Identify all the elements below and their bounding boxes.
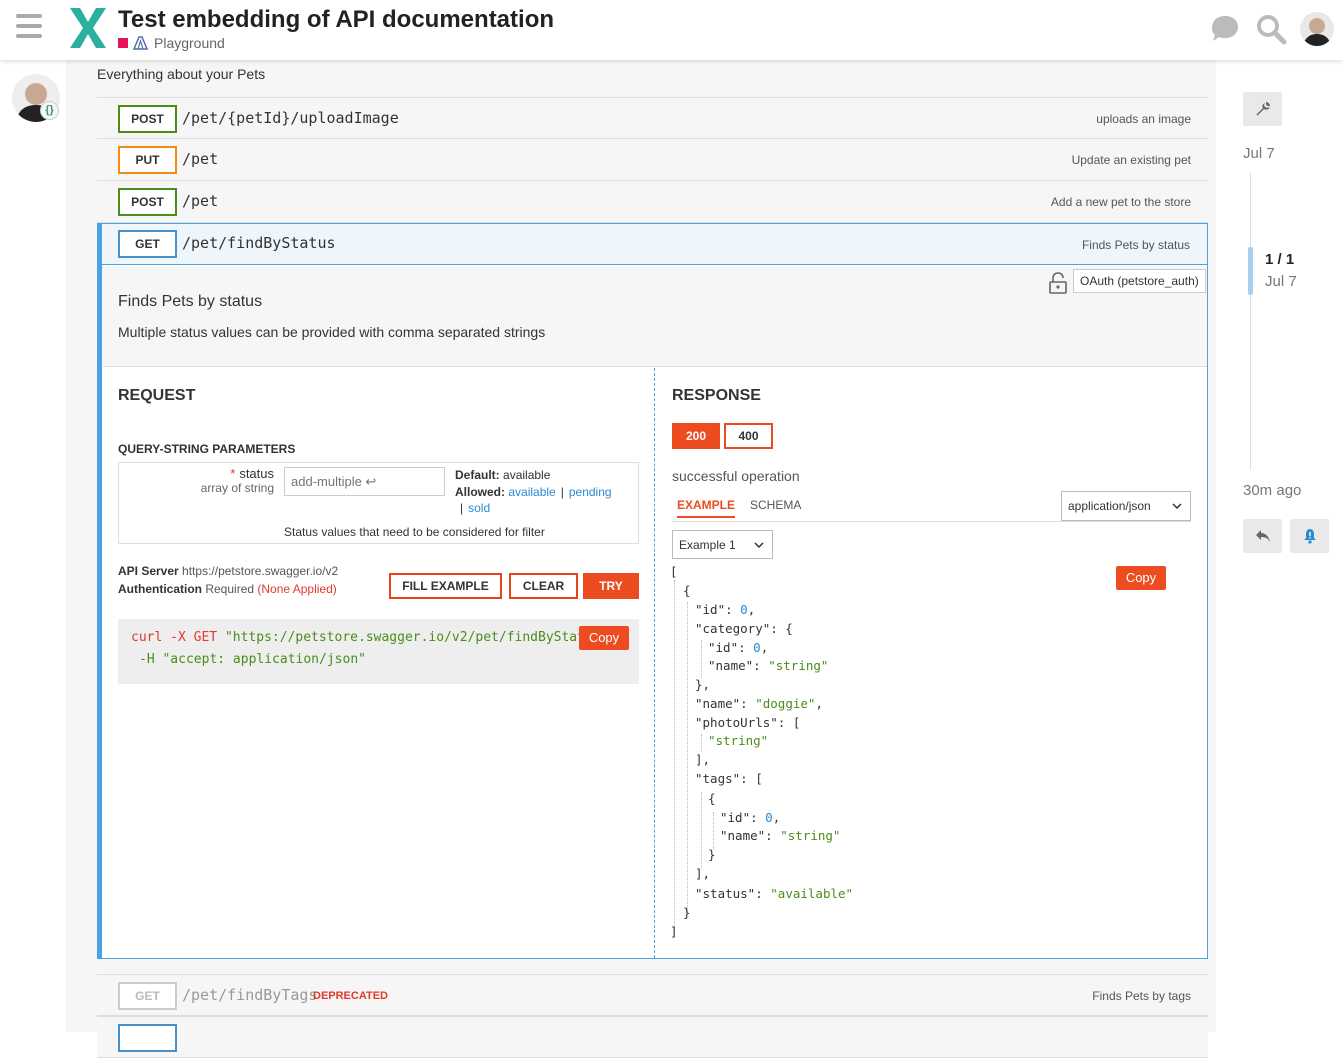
try-button[interactable]: TRY — [583, 573, 639, 599]
operation-row-expanded[interactable]: GET /pet/findByStatus Finds Pets by stat… — [102, 224, 1207, 265]
auth-status: (None Applied) — [257, 582, 337, 596]
method-badge-partial — [118, 1024, 177, 1052]
operation-row[interactable] — [97, 1016, 1208, 1058]
operation-summary: Finds Pets by tags — [1092, 989, 1191, 1003]
operation-path: /pet — [182, 150, 219, 168]
lock-icon — [1049, 272, 1067, 294]
response-panel: RESPONSE 200 400 successful operation EX… — [656, 368, 1209, 958]
method-badge-post: POST — [118, 188, 177, 216]
example-select[interactable]: Example 1 — [672, 530, 773, 559]
response-code-200-button[interactable]: 200 — [672, 423, 720, 449]
operation-row[interactable]: POST /pet/{petId}/uploadImage uploads an… — [97, 97, 1208, 139]
tab-schema[interactable]: SCHEMA — [750, 498, 801, 512]
operation-summary: Add a new pet to the store — [1050, 195, 1191, 209]
operation-path: /pet/findByTags — [182, 986, 318, 1004]
param-box: *status array of string Default: availab… — [118, 462, 639, 544]
operation-path: /pet/{petId}/uploadImage — [182, 109, 399, 127]
timeline-count: 1 / 1 — [1265, 251, 1295, 268]
oauth-badge[interactable]: OAuth (petstore_auth) — [1073, 269, 1206, 293]
chevron-down-icon — [1172, 503, 1182, 510]
param-allowed: Allowed: available | pending | sold — [455, 485, 612, 515]
request-panel: REQUEST QUERY-STRING PARAMETERS * status … — [102, 368, 655, 958]
operation-summary: Finds Pets by status — [1081, 238, 1190, 252]
param-hint: Status values that need to be considered… — [284, 525, 545, 539]
timeline-end-date[interactable]: 30m ago — [1243, 482, 1301, 499]
site-header: Test embedding of API documentation Play… — [0, 0, 1343, 60]
category-badge[interactable]: Playground — [118, 35, 225, 51]
timeline-track[interactable] — [1250, 173, 1251, 470]
operation-row[interactable]: PUT /pet Update an existing pet — [97, 139, 1208, 181]
operation-description-area: OAuth (petstore_auth) Finds Pets by stat… — [102, 266, 1207, 367]
method-badge-get: GET — [118, 230, 177, 258]
json-example: [ { "id": 0, "category": { "id": 0, "nam… — [670, 564, 854, 939]
operation-row[interactable]: POST /pet Add a new pet to the store — [97, 181, 1208, 223]
param-name-label: status — [239, 466, 274, 481]
request-title: REQUEST — [118, 387, 196, 404]
tab-example[interactable]: EXAMPLE — [677, 498, 736, 518]
chat-icon[interactable] — [1208, 12, 1242, 46]
allowed-value-pending[interactable]: pending — [569, 485, 612, 499]
curl-snippet: curl -X GET "https://petstore.swagger.io… — [118, 619, 639, 684]
admin-wrench-button[interactable] — [1243, 92, 1282, 126]
expanded-operation: GET /pet/findByStatus Finds Pets by stat… — [97, 223, 1208, 959]
curl-line-2: -H "accept: application/json" — [139, 652, 366, 667]
author-flair-icon: {} — [40, 101, 59, 120]
site-logo[interactable] — [68, 6, 108, 50]
user-avatar[interactable] — [1300, 12, 1334, 46]
operation-row[interactable]: GET /pet/findByTags DEPRECATED Finds Pet… — [97, 974, 1208, 1016]
topic-title[interactable]: Test embedding of API documentation — [118, 6, 554, 34]
reply-icon — [1255, 530, 1270, 542]
timeline-handle[interactable] — [1248, 247, 1253, 295]
param-name: * status — [230, 466, 274, 481]
notification-button[interactable] — [1290, 519, 1329, 553]
operation-description: Multiple status values can be provided w… — [118, 324, 546, 340]
query-params-title: QUERY-STRING PARAMETERS — [118, 442, 296, 456]
operation-summary: Update an existing pet — [1071, 153, 1191, 167]
operation-path: /pet/findByStatus — [182, 234, 336, 252]
param-default: Default: available — [455, 468, 551, 482]
search-icon[interactable] — [1254, 12, 1288, 46]
method-badge-post: POST — [118, 105, 177, 133]
allowed-value-sold[interactable]: sold — [468, 501, 490, 515]
api-server-url: https://petstore.swagger.io/v2 — [182, 564, 339, 578]
operation-summary: uploads an image — [1096, 112, 1191, 126]
section-description: Everything about your Pets — [97, 66, 266, 82]
required-marker: * — [230, 466, 236, 481]
timeline-current-date: Jul 7 — [1265, 273, 1297, 290]
deprecated-tag: DEPRECATED — [313, 990, 388, 1002]
operation-title: Finds Pets by status — [118, 293, 263, 310]
response-code-400-button[interactable]: 400 — [724, 423, 773, 449]
authentication-line: Authentication Required (None Applied) — [118, 582, 337, 596]
response-description: successful operation — [672, 468, 800, 484]
curl-line-1: curl -X GET "https://petstore.swagger.io… — [131, 630, 609, 645]
timeline-start-date[interactable]: Jul 7 — [1243, 145, 1275, 162]
chevron-down-icon — [754, 542, 764, 549]
method-badge-get: GET — [118, 982, 177, 1010]
bell-icon — [1303, 529, 1316, 544]
media-type-select[interactable]: application/json — [1061, 491, 1191, 521]
category-color-square — [118, 38, 128, 48]
api-server-line: API Server https://petstore.swagger.io/v… — [118, 564, 339, 578]
copy-curl-button[interactable]: Copy — [579, 626, 629, 650]
param-type: array of string — [200, 481, 274, 495]
reply-button[interactable] — [1243, 519, 1282, 553]
clear-button[interactable]: CLEAR — [509, 573, 578, 599]
response-title: RESPONSE — [672, 387, 761, 404]
tabs-divider — [672, 521, 1191, 522]
hamburger-menu-icon[interactable] — [16, 14, 42, 38]
method-badge-put: PUT — [118, 146, 177, 174]
operation-path: /pet — [182, 192, 219, 210]
fill-example-button[interactable]: FILL EXAMPLE — [389, 573, 502, 599]
category-name: Playground — [154, 35, 225, 51]
status-input[interactable] — [284, 467, 445, 496]
allowed-value-available[interactable]: available — [508, 485, 555, 499]
playground-icon — [133, 36, 149, 50]
wrench-icon — [1256, 102, 1270, 116]
